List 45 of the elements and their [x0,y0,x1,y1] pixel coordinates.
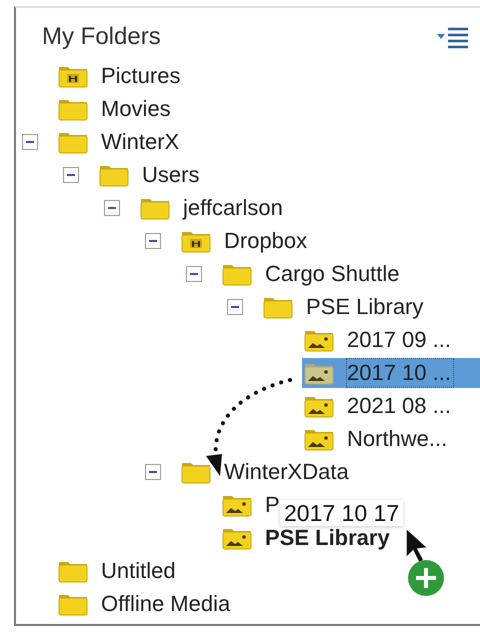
folder-item[interactable]: Pictures [56,61,182,91]
collapse-toggle[interactable] [186,266,202,282]
photo-folder-icon [304,427,334,451]
photo-folder-icon [304,394,334,418]
folder-icon [181,460,211,484]
folder-icon [58,592,88,616]
folder-item[interactable]: Users [97,160,202,190]
panel-title: My Folders [42,23,161,52]
menu-icon[interactable] [436,26,470,49]
folder-icon [140,196,170,220]
drag-tooltip: 2017 10 17 [280,500,404,526]
folder-item[interactable]: PSE Library [261,292,426,322]
folder-icon [263,295,293,319]
photo-folder-icon [222,526,252,550]
folder-icon [222,262,252,286]
folder-item[interactable]: 2017 09 ... [302,325,453,355]
folder-item[interactable]: 2017 10 ... [302,358,480,388]
photo-folder-icon [304,361,334,385]
folder-item[interactable]: Cargo Shuttle [220,259,402,289]
folder-item[interactable]: Offline Media [56,589,232,619]
photo-folder-icon [222,493,252,517]
collapse-toggle[interactable] [63,167,79,183]
collapse-toggle[interactable] [145,233,161,249]
folder-icon [58,130,88,154]
add-icon [408,560,444,596]
folder-item[interactable]: P [220,490,282,520]
folder-item[interactable]: WinterX [56,127,182,157]
binoculars-folder-icon [58,64,88,88]
folder-icon [58,559,88,583]
folder-item[interactable]: Northwe... [302,424,450,454]
folder-item[interactable]: jeffcarlson [138,193,285,223]
folder-item[interactable]: Movies [56,94,173,124]
collapse-toggle[interactable] [145,464,161,480]
photo-folder-icon [304,328,334,352]
folder-icon [58,97,88,121]
folder-icon [99,163,129,187]
folder-item[interactable]: PSE Library [220,523,392,553]
collapse-toggle[interactable] [104,200,120,216]
folder-item[interactable]: Untitled [56,556,178,586]
binoculars-folder-icon [181,229,211,253]
collapse-toggle[interactable] [22,134,38,150]
folder-item[interactable]: 2021 08 ... [302,391,453,421]
collapse-toggle[interactable] [227,299,243,315]
folder-item[interactable]: WinterXData [179,457,351,487]
folder-item[interactable]: Dropbox [179,226,310,256]
